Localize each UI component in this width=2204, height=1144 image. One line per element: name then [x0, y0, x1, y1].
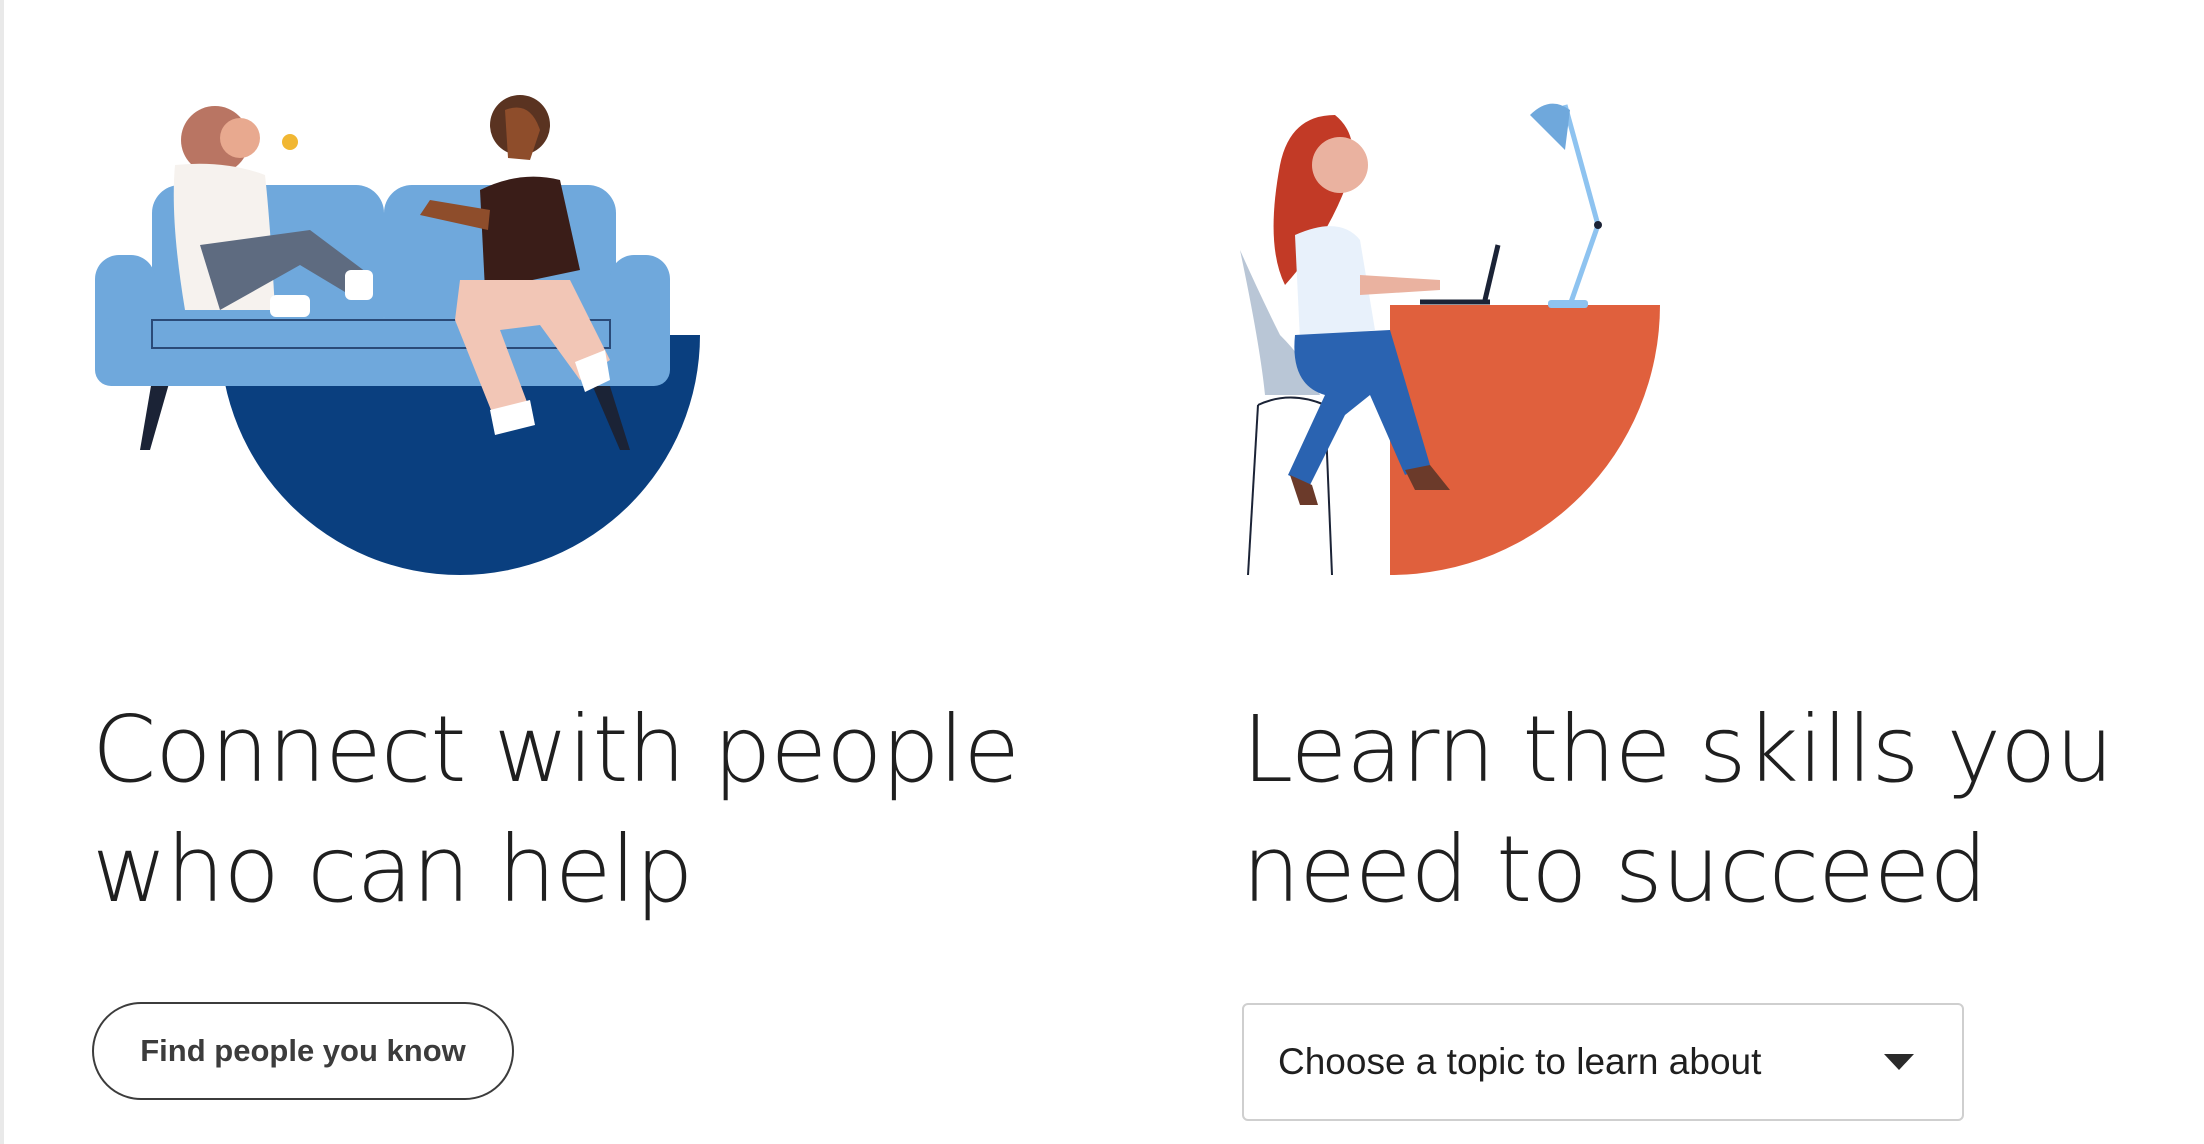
topic-select-value: Choose a topic to learn about — [1278, 1041, 1762, 1082]
page-left-border — [0, 0, 4, 1144]
find-people-button[interactable]: Find people you know — [92, 1002, 514, 1100]
page: Connect with people who can help Find pe… — [0, 0, 2204, 1144]
connect-headline-line-1: Connect with people — [92, 696, 1020, 803]
topic-select[interactable]: Choose a topic to learn about — [1242, 1003, 1964, 1121]
connect-headline-line-2: who can help — [92, 816, 693, 923]
person-at-desk-illustration — [1240, 103, 1660, 576]
connect-headline: Connect with people who can help — [92, 690, 1020, 930]
caret-down-icon[interactable] — [1884, 1054, 1914, 1070]
learn-headline-line-1: Learn the skills you — [1242, 696, 2114, 803]
learn-headline-line-2: need to succeed — [1242, 816, 1988, 923]
learn-headline: Learn the skills you need to succeed — [1242, 690, 2114, 930]
people-on-sofa-illustration — [95, 95, 700, 575]
